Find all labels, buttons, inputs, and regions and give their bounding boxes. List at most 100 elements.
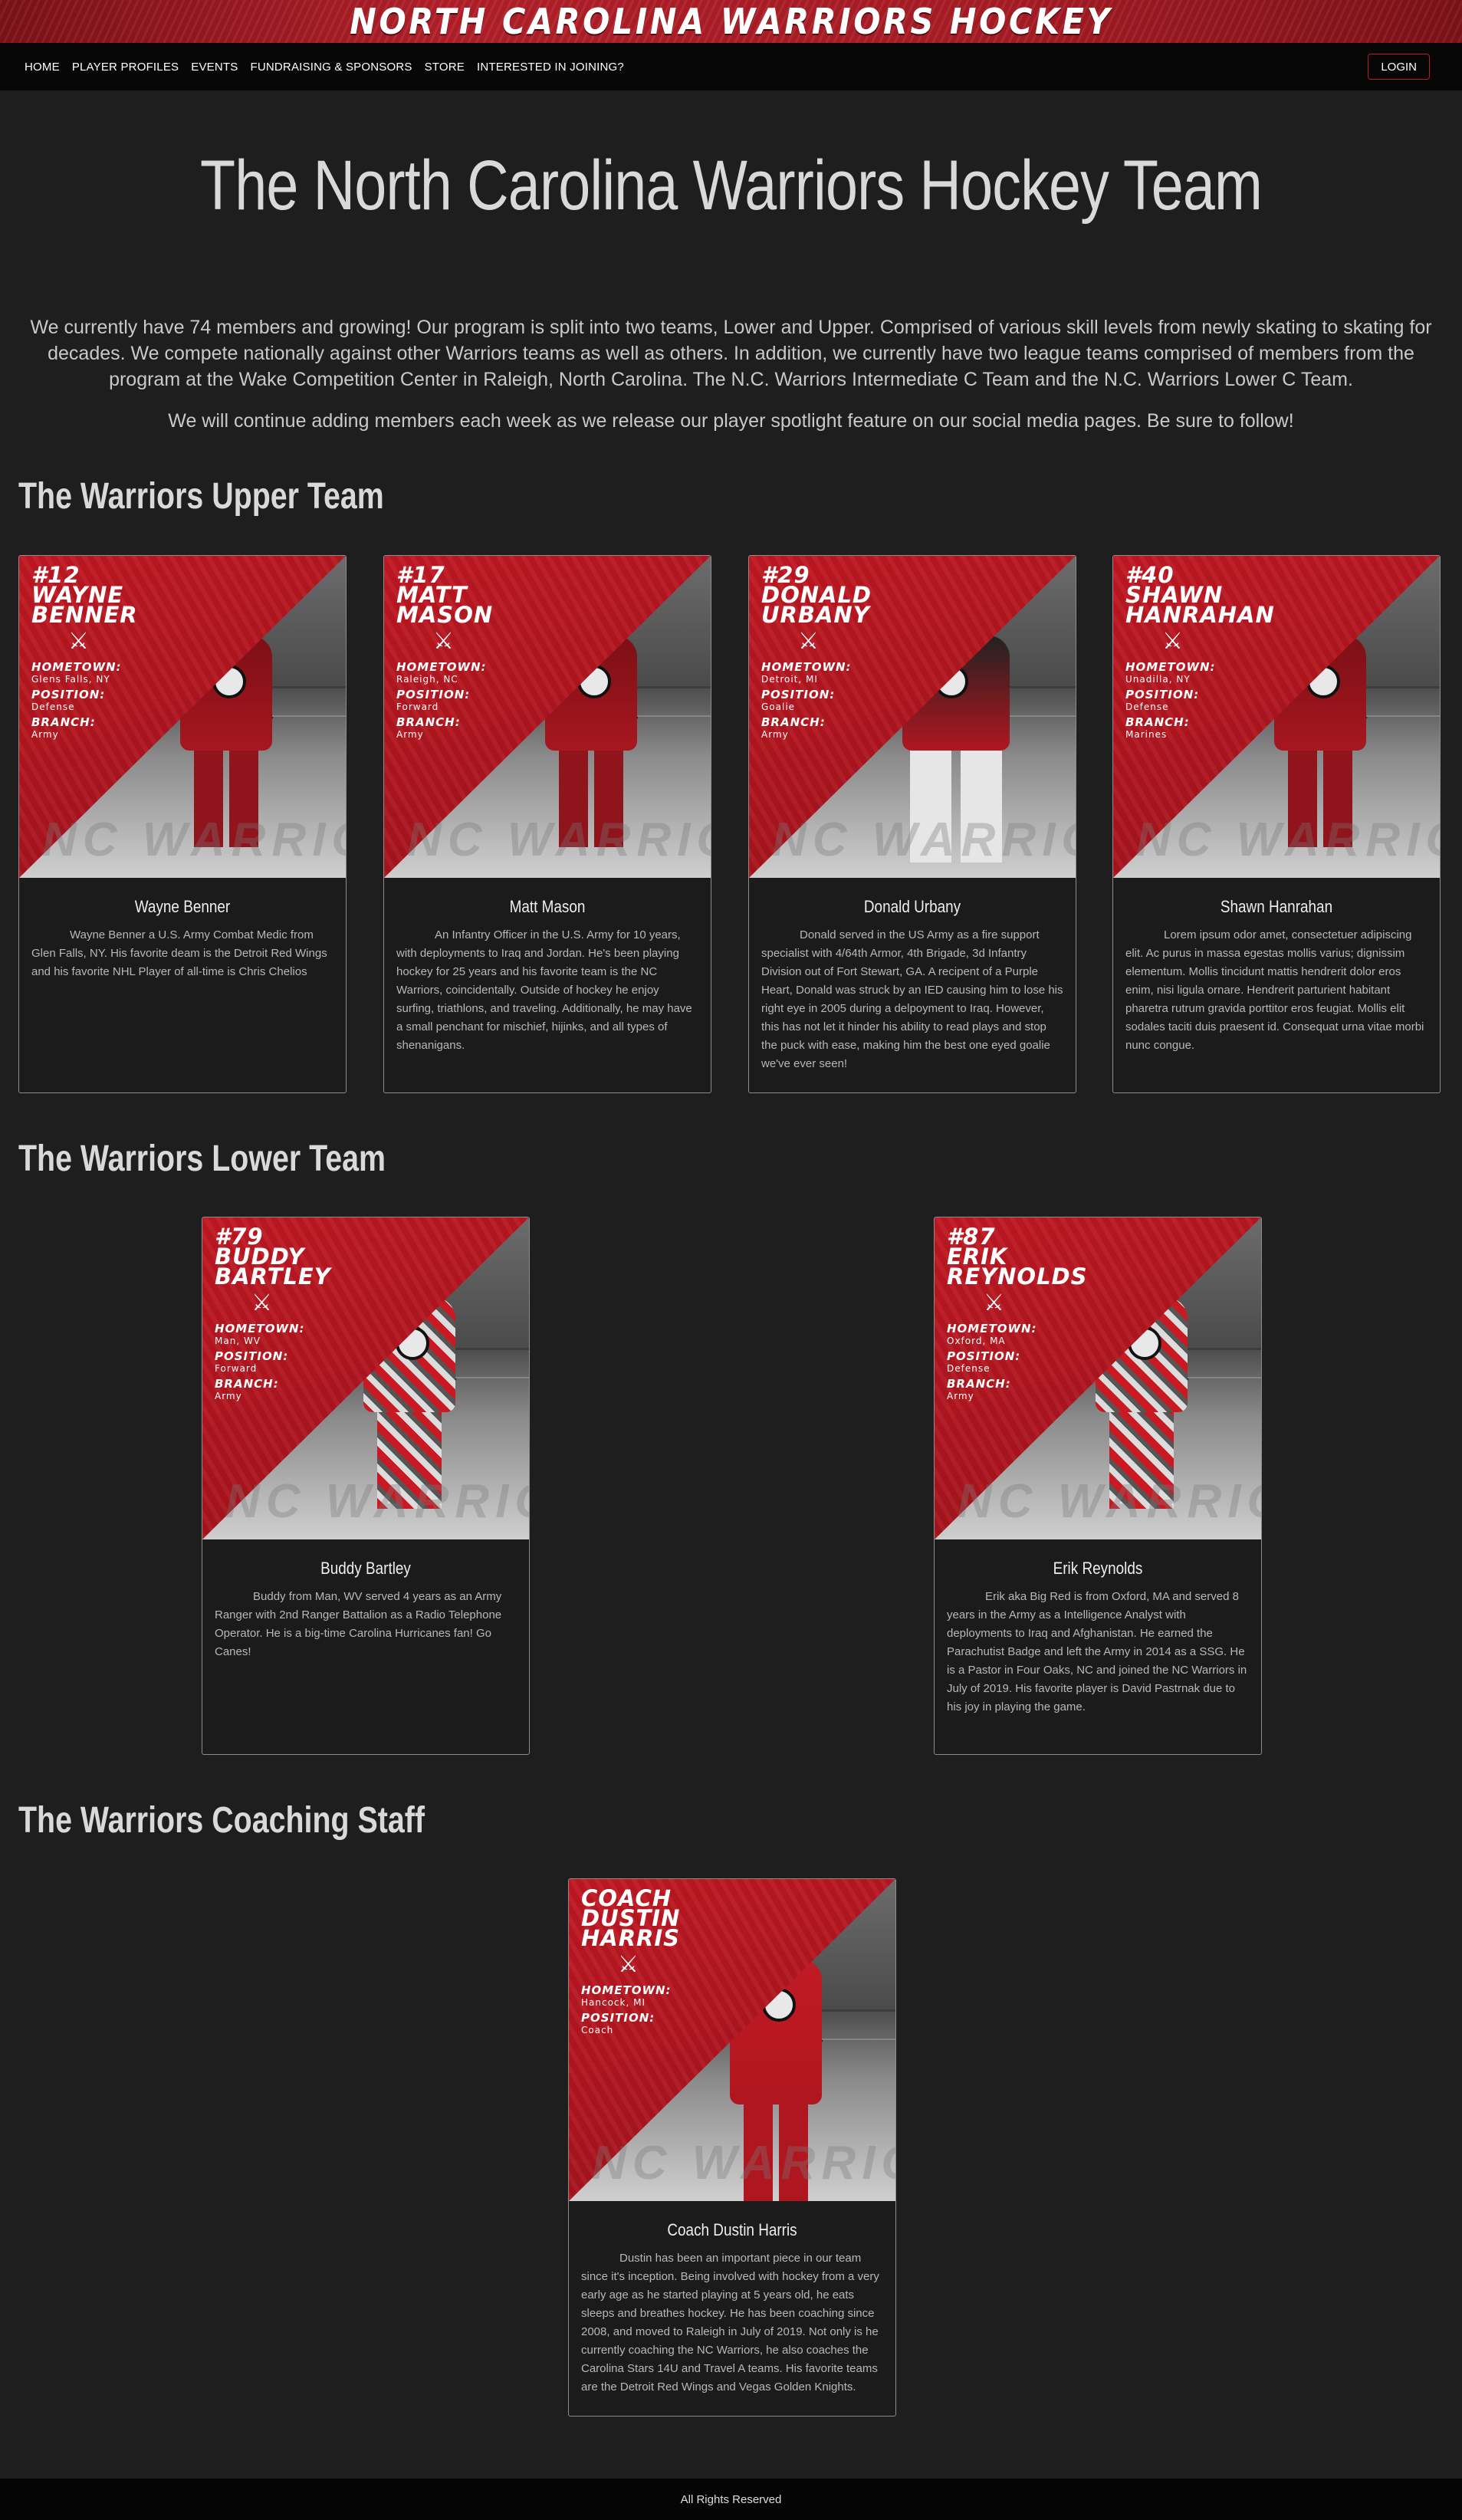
player-info: COACH DUSTIN HARRIS HOMETOWN: Hancock, M…: [581, 1888, 734, 2039]
section-title-lower: The Warriors Lower Team: [18, 1138, 386, 1179]
warriors-logo-icon: [433, 628, 456, 655]
player-last-name: MASON: [396, 602, 494, 628]
player-name: Coach Dustin Harris: [667, 2220, 797, 2239]
branch-value: Marines: [1125, 729, 1168, 740]
position-label: POSITION:: [1125, 688, 1200, 701]
player-name: Donald Urbany: [863, 897, 961, 916]
branch-value: Army: [947, 1391, 974, 1401]
player-bio: Buddy from Man, WV served 4 years as an …: [215, 1590, 502, 1658]
position-label: POSITION:: [947, 1349, 1021, 1363]
hometown-label: HOMETOWN:: [947, 1322, 1037, 1336]
player-last-name: HARRIS: [581, 1925, 681, 1951]
player-name: Shawn Hanrahan: [1220, 897, 1333, 916]
position-value: Forward: [215, 1363, 258, 1374]
branch-value: Army: [761, 729, 789, 740]
player-last-name: URBANY: [761, 602, 870, 628]
nav-home[interactable]: HOME: [25, 61, 60, 74]
player-bio: Dustin has been an important piece in ou…: [581, 2252, 879, 2394]
player-card-buddy-bartley: NC WARRIORS #79 BUDDY BARTLEY HOMETOWN: …: [202, 1217, 530, 1755]
warriors-logo-icon: [984, 1290, 1007, 1316]
player-card-wayne-benner: NC WARRIORS #12 WAYNE BENNER HOMETOWN: G…: [18, 555, 347, 1093]
hometown-label: HOMETOWN:: [761, 660, 852, 674]
player-info: #17 MATT MASON HOMETOWN: Raleigh, NC POS…: [396, 564, 550, 743]
position-label: POSITION:: [215, 1349, 289, 1363]
player-card-erik-reynolds: NC WARRIORS #87 ERIK REYNOLDS HOMETOWN: …: [934, 1217, 1262, 1755]
position-value: Forward: [396, 701, 439, 712]
hometown-value: Detroit, MI: [761, 674, 818, 685]
player-info: #87 ERIK REYNOLDS HOMETOWN: Oxford, MA P…: [947, 1226, 1100, 1405]
hometown-value: Oxford, MA: [947, 1336, 1006, 1346]
section-title-upper: The Warriors Upper Team: [18, 476, 384, 517]
login-button[interactable]: LOGIN: [1368, 54, 1430, 80]
player-card-shawn-hanrahan: NC WARRIORS #40 SHAWN HANRAHAN HOMETOWN:…: [1112, 555, 1441, 1093]
nav-player-profiles[interactable]: PLAYER PROFILES: [72, 61, 179, 74]
hometown-value: Hancock, MI: [581, 1997, 646, 2008]
position-value: Goalie: [761, 701, 796, 712]
nav-store[interactable]: STORE: [425, 61, 465, 74]
footer-text: All Rights Reserved: [680, 2492, 782, 2506]
player-photo: NC WARRIORS #87 ERIK REYNOLDS HOMETOWN: …: [935, 1217, 1261, 1539]
watermark-text: NC WARRIORS: [772, 813, 1076, 866]
player-photo: NC WARRIORS #12 WAYNE BENNER HOMETOWN: G…: [19, 556, 346, 878]
section-title-coaching: The Warriors Coaching Staff: [18, 1800, 425, 1841]
intro-paragraph-2: We will continue adding members each wee…: [168, 410, 1294, 432]
player-last-name: HANRAHAN: [1125, 602, 1275, 628]
position-label: POSITION:: [761, 688, 836, 701]
hometown-label: HOMETOWN:: [31, 660, 122, 674]
player-card-donald-urbany: NC WARRIORS #29 DONALD URBANY HOMETOWN: …: [748, 555, 1076, 1093]
watermark-text: NC WARRIORS: [225, 1475, 529, 1528]
position-label: POSITION:: [581, 2011, 655, 2025]
position-label: POSITION:: [396, 688, 471, 701]
warriors-logo-icon: [251, 1290, 274, 1316]
hometown-value: Glens Falls, NY: [31, 674, 110, 685]
site-banner: NORTH CAROLINA WARRIORS HOCKEY: [0, 0, 1462, 43]
player-name: Matt Mason: [509, 897, 586, 916]
watermark-text: NC WARRIORS: [407, 813, 711, 866]
intro-text: We currently have 74 members and growing…: [23, 314, 1439, 449]
branch-label: BRANCH:: [396, 715, 461, 729]
warriors-logo-icon: [618, 1951, 641, 1978]
player-card-matt-mason: NC WARRIORS #17 MATT MASON HOMETOWN: Ral…: [383, 555, 711, 1093]
position-value: Defense: [31, 701, 75, 712]
branch-value: Army: [215, 1391, 242, 1401]
nav-events[interactable]: EVENTS: [191, 61, 238, 74]
player-photo: NC WARRIORS #29 DONALD URBANY HOMETOWN: …: [749, 556, 1076, 878]
banner-title: NORTH CAROLINA WARRIORS HOCKEY: [350, 1, 1112, 42]
hometown-value: Unadilla, NY: [1125, 674, 1191, 685]
player-name: Wayne Benner: [134, 897, 231, 916]
main-navbar: HOME PLAYER PROFILES EVENTS FUNDRAISING …: [0, 43, 1462, 90]
page-title: The North Carolina Warriors Hockey Team: [199, 146, 1263, 225]
player-photo: NC WARRIORS #40 SHAWN HANRAHAN HOMETOWN:…: [1113, 556, 1440, 878]
watermark-text: NC WARRIORS: [958, 1475, 1261, 1528]
player-last-name: BENNER: [31, 602, 138, 628]
warriors-logo-icon: [798, 628, 821, 655]
nav-interested-in-joining[interactable]: INTERESTED IN JOINING?: [477, 61, 624, 74]
branch-label: BRANCH:: [215, 1377, 279, 1391]
player-info: #12 WAYNE BENNER HOMETOWN: Glens Falls, …: [31, 564, 185, 743]
branch-label: BRANCH:: [947, 1377, 1011, 1391]
branch-value: Army: [396, 729, 424, 740]
position-value: Defense: [947, 1363, 991, 1374]
warriors-logo-icon: [68, 628, 91, 655]
player-last-name: REYNOLDS: [947, 1263, 1088, 1290]
branch-label: BRANCH:: [1125, 715, 1190, 729]
position-label: POSITION:: [31, 688, 106, 701]
intro-paragraph-1: We currently have 74 members and growing…: [30, 317, 1432, 390]
player-photo: NC WARRIORS #79 BUDDY BARTLEY HOMETOWN: …: [202, 1217, 529, 1539]
player-info: #79 BUDDY BARTLEY HOMETOWN: Man, WV POSI…: [215, 1226, 368, 1405]
player-name: Erik Reynolds: [1053, 1559, 1143, 1578]
player-photo: NC WARRIORS COACH DUSTIN HARRIS HOMETOWN…: [569, 1879, 895, 2201]
nav-fundraising-sponsors[interactable]: FUNDRAISING & SPONSORS: [250, 61, 412, 74]
hometown-label: HOMETOWN:: [215, 1322, 305, 1336]
player-bio: Donald served in the US Army as a fire s…: [761, 928, 1063, 1070]
hometown-label: HOMETOWN:: [1125, 660, 1216, 674]
footer: All Rights Reserved: [0, 2479, 1462, 2520]
hometown-label: HOMETOWN:: [581, 1983, 672, 1997]
player-photo: NC WARRIORS #17 MATT MASON HOMETOWN: Ral…: [384, 556, 711, 878]
player-bio: Lorem ipsum odor amet, consectetuer adip…: [1125, 928, 1424, 1052]
warriors-logo-icon: [1162, 628, 1185, 655]
player-last-name: BARTLEY: [215, 1263, 331, 1290]
position-value: Coach: [581, 2025, 614, 2035]
watermark-text: NC WARRIORS: [592, 2137, 895, 2190]
player-card-coach-dustin-harris: NC WARRIORS COACH DUSTIN HARRIS HOMETOWN…: [568, 1878, 896, 2417]
